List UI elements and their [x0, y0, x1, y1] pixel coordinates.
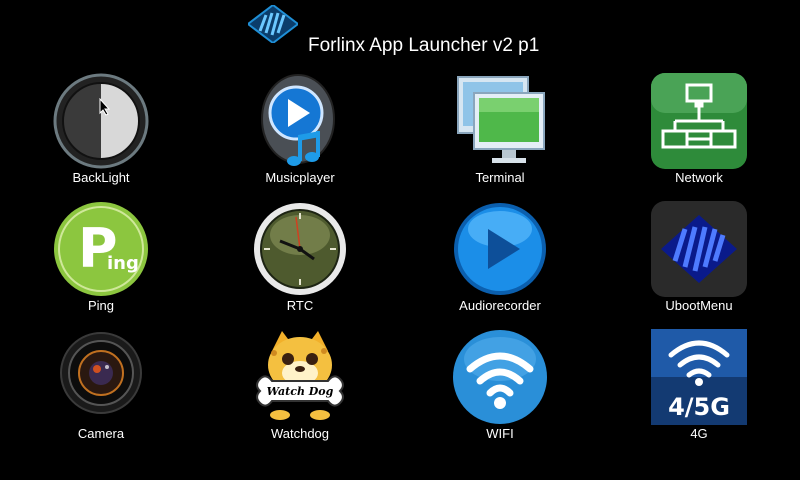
app-rtc[interactable]: RTC	[225, 201, 375, 321]
play-icon	[452, 201, 548, 297]
watchdog-icon: Watch Dog	[252, 329, 348, 425]
signal-4g-icon: 4/5G	[651, 329, 747, 425]
clock-icon	[252, 201, 348, 297]
app-audiorecorder[interactable]: Audiorecorder	[425, 201, 575, 321]
app-label: 4G	[690, 426, 708, 441]
backlight-icon	[53, 73, 149, 169]
network-icon	[651, 73, 747, 169]
app-label: BackLight	[72, 170, 130, 185]
app-label: WIFI	[486, 426, 514, 441]
terminal-icon	[452, 73, 548, 169]
app-label: Audiorecorder	[459, 298, 541, 313]
app-label: Ping	[87, 298, 115, 313]
app-ubootmenu[interactable]: UbootMenu	[624, 201, 774, 321]
app-camera[interactable]: Camera	[26, 329, 176, 449]
app-network[interactable]: Network	[624, 73, 774, 193]
app-wifi[interactable]: WIFI	[425, 329, 575, 449]
app-musicplayer[interactable]: Musicplayer	[225, 73, 375, 193]
app-label: Watchdog	[270, 426, 330, 441]
uboot-logo-icon	[651, 201, 747, 297]
app-watchdog[interactable]: Watch Dog Watchdog	[225, 329, 375, 449]
musicplayer-icon	[252, 73, 348, 169]
wifi-icon	[452, 329, 548, 425]
svg-text:ing: ing	[107, 253, 139, 274]
app-backlight[interactable]: BackLight	[26, 73, 176, 193]
camera-lens-icon	[53, 329, 149, 425]
app-label: Musicplayer	[265, 170, 335, 185]
signal-4g-text: 4/5G	[668, 393, 730, 421]
app-ping[interactable]: P ing Ping	[26, 201, 176, 321]
app-4g[interactable]: 4/5G 4G	[624, 329, 774, 449]
app-terminal[interactable]: Terminal	[425, 73, 575, 193]
app-label: Terminal	[475, 170, 525, 185]
app-label: Network	[675, 170, 723, 185]
app-label: UbootMenu	[665, 298, 733, 313]
app-label: RTC	[286, 298, 314, 313]
app-grid: BackLight Musicplayer Terminal Network P…	[0, 0, 800, 480]
watchdog-icon-text: Watch Dog	[267, 385, 334, 398]
app-label: Camera	[77, 426, 125, 441]
ping-icon: P ing	[53, 201, 149, 297]
